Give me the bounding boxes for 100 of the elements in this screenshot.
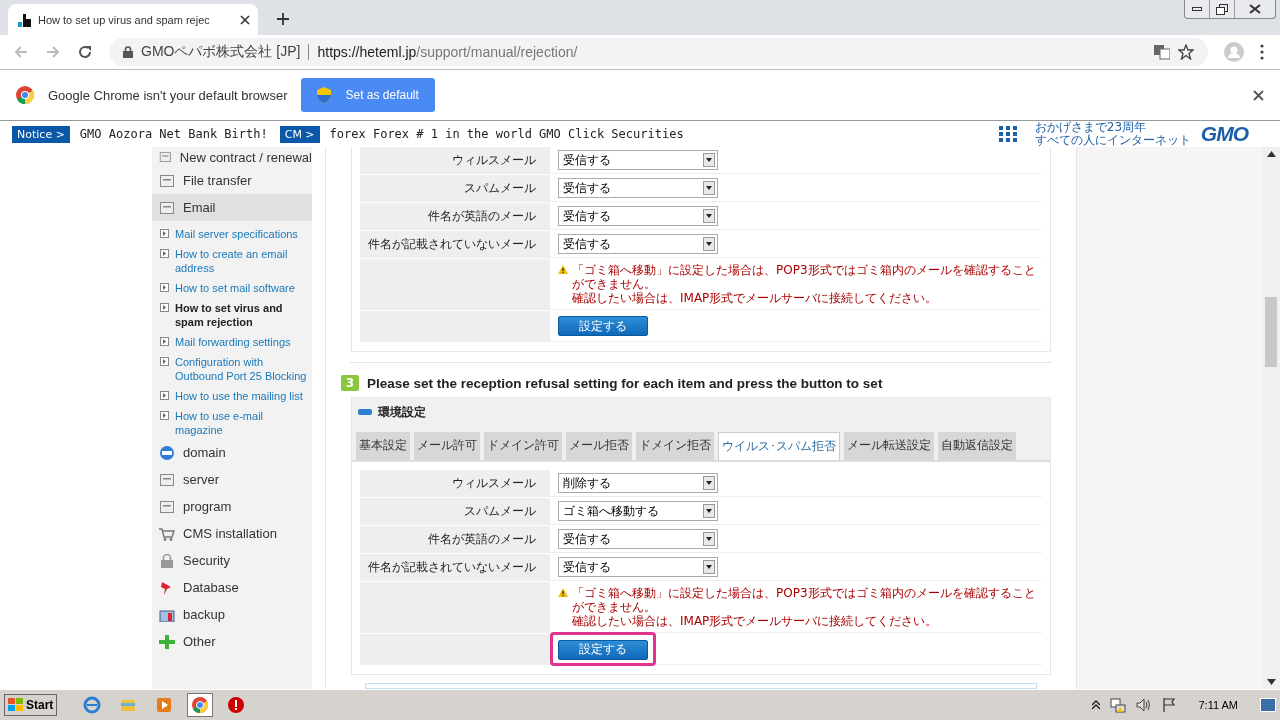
scroll-down-icon[interactable] <box>1266 679 1276 685</box>
arrow-bullet-icon <box>160 303 169 312</box>
sidebar-link[interactable]: How to create an email address <box>175 247 312 275</box>
panel-title: 環境設定 <box>378 403 426 421</box>
row-label: ウィルスメール <box>360 470 550 497</box>
settings-tab[interactable]: メール転送設定 <box>844 432 934 460</box>
sidebar-category[interactable]: program <box>152 493 312 520</box>
ticker-text[interactable]: GMO Aozora Net Bank Birth! <box>79 127 268 141</box>
url-text: https://heteml.jp/support/manual/rejection/ <box>317 44 578 60</box>
sidebar-category[interactable]: File transfer <box>152 167 312 194</box>
category-label: New contract / renewal <box>179 149 312 165</box>
close-icon[interactable] <box>1249 4 1261 14</box>
row-label: 件名が英語のメール <box>360 203 550 230</box>
network-icon[interactable] <box>1110 697 1127 713</box>
warning-text: 「ゴミ箱へ移動」に設定した場合は、POP3形式ではゴミ箱内のメールを確認することができません。 確認したい場合は、IMAP形式でメールサーバに接続してください。 <box>572 263 1036 305</box>
sidebar-category[interactable]: Other <box>152 628 312 655</box>
new-tab-icon[interactable] <box>276 12 290 26</box>
step-heading: Please set the reception refusal setting for each item and press the button to set <box>367 375 883 391</box>
settings-tab[interactable]: ドメイン拒否 <box>636 432 714 460</box>
row-label: スパムメール <box>360 175 550 202</box>
sidebar-category[interactable]: New contract / renewal <box>152 147 312 167</box>
settings-tab[interactable]: メール許可 <box>414 432 480 460</box>
address-bar[interactable]: GMOペパボ株式会社 [JP] https://heteml.jp/support/manual/rejection/ <box>109 38 1208 66</box>
sidebar-link[interactable]: How to set virus and spam rejection <box>175 301 312 329</box>
dropdown[interactable]: 受信する <box>558 150 718 170</box>
minimize-icon[interactable] <box>1192 6 1202 12</box>
row-label: 件名が記載されていないメール <box>360 231 550 258</box>
show-desktop-button[interactable] <box>1260 698 1276 712</box>
sidebar-link[interactable]: Mail forwarding settings <box>175 335 291 349</box>
sidebar-link[interactable]: How to set mail software <box>175 281 295 295</box>
chrome-icon <box>16 86 34 104</box>
sidebar-category[interactable]: domain <box>152 439 312 466</box>
cart-icon <box>159 526 175 541</box>
warning-text: 「ゴミ箱へ移動」に設定した場合は、POP3形式ではゴミ箱内のメールを確認することができません。 確認したい場合は、IMAP形式でメールサーバに接続してください。 <box>572 586 1036 628</box>
document-icon <box>159 150 172 164</box>
restore-icon[interactable] <box>1216 3 1228 15</box>
submit-button[interactable]: 設定する <box>558 639 648 660</box>
arrow-bullet-icon <box>160 411 169 420</box>
sidebar-link[interactable]: Configuration with Outbound Port 25 Blocking <box>175 355 312 383</box>
dropdown[interactable]: ゴミ箱へ移動する <box>558 501 718 521</box>
sidebar-category[interactable]: backup <box>152 601 312 628</box>
warning-icon <box>558 588 568 597</box>
arrow-bullet-icon <box>160 337 169 346</box>
browser-tab[interactable]: How to set up virus and spam rejec <box>8 4 258 35</box>
dropdown[interactable]: 受信する <box>558 234 718 254</box>
arrow-bullet-icon <box>160 229 169 238</box>
dropdown[interactable]: 受信する <box>558 178 718 198</box>
arrow-bullet-icon <box>160 249 169 258</box>
row-label: 件名が英語のメール <box>360 526 550 553</box>
sidebar-link[interactable]: Mail server specifications <box>175 227 298 241</box>
menu-icon[interactable] <box>1260 44 1264 60</box>
reload-icon[interactable] <box>77 44 93 60</box>
settings-tab[interactable]: 基本設定 <box>356 432 410 460</box>
dropdown[interactable]: 受信する <box>558 206 718 226</box>
ticker-text[interactable]: forex Forex # 1 in the world GMO Click Securities <box>329 127 684 141</box>
arrow-bullet-icon <box>160 357 169 366</box>
start-button[interactable]: Start <box>4 694 58 716</box>
category-label: Other <box>183 634 216 649</box>
ticker-tag[interactable]: CM > <box>279 125 320 143</box>
show-hidden-icon[interactable] <box>1092 700 1101 710</box>
sidebar-category[interactable]: Database <box>152 574 312 601</box>
window-controls[interactable] <box>1184 0 1276 19</box>
star-icon[interactable] <box>1178 44 1194 60</box>
infobar-message: Google Chrome isn't your default browser <box>48 87 288 103</box>
sidebar-link[interactable]: How to use the mailing list <box>175 389 303 403</box>
windows-logo-icon <box>8 698 24 712</box>
clock[interactable]: 7:11 AM <box>1198 699 1238 711</box>
category-label: Email <box>183 200 216 215</box>
flag-icon[interactable] <box>1162 698 1177 712</box>
scrollbar[interactable] <box>1262 147 1280 689</box>
tab-title: How to set up virus and spam rejec <box>38 13 211 26</box>
scroll-thumb[interactable] <box>1265 297 1277 367</box>
dropdown[interactable]: 受信する <box>558 529 718 549</box>
settings-tab[interactable]: メール拒否 <box>566 432 632 460</box>
speaker-icon[interactable] <box>1136 698 1153 712</box>
browser-icon <box>83 696 102 714</box>
translate-icon[interactable] <box>1154 44 1170 60</box>
close-icon[interactable] <box>240 14 250 25</box>
sidebar-category[interactable]: Security <box>152 547 312 574</box>
sidebar-category[interactable]: CMS installation <box>152 520 312 547</box>
ticker-tag[interactable]: Notice > <box>12 125 70 143</box>
step-number: 3 <box>341 375 359 391</box>
brand-logo[interactable]: GMO <box>1200 122 1248 146</box>
sidebar-link[interactable]: How to use e-mail magazine <box>175 409 312 437</box>
submit-button[interactable]: 設定する <box>558 316 648 336</box>
settings-tab[interactable]: ドメイン許可 <box>484 432 562 460</box>
sidebar-category[interactable]: Email <box>152 194 312 221</box>
site-label: GMOペパボ株式会社 [JP] <box>141 43 301 61</box>
sidebar-category[interactable]: server <box>152 466 312 493</box>
category-label: File transfer <box>183 173 252 188</box>
chrome-taskbar-button[interactable] <box>187 693 214 717</box>
title-marker-icon <box>358 409 372 415</box>
scroll-up-icon[interactable] <box>1266 151 1276 157</box>
dropdown[interactable]: 削除する <box>558 473 718 493</box>
settings-tab[interactable]: ウイルス･スパム拒否 <box>718 432 840 460</box>
close-icon[interactable] <box>1253 89 1264 101</box>
row-label: スパムメール <box>360 498 550 525</box>
settings-tab[interactable]: 自動返信設定 <box>938 432 1016 460</box>
dropdown[interactable]: 受信する <box>558 557 718 577</box>
category-label: server <box>183 472 220 487</box>
